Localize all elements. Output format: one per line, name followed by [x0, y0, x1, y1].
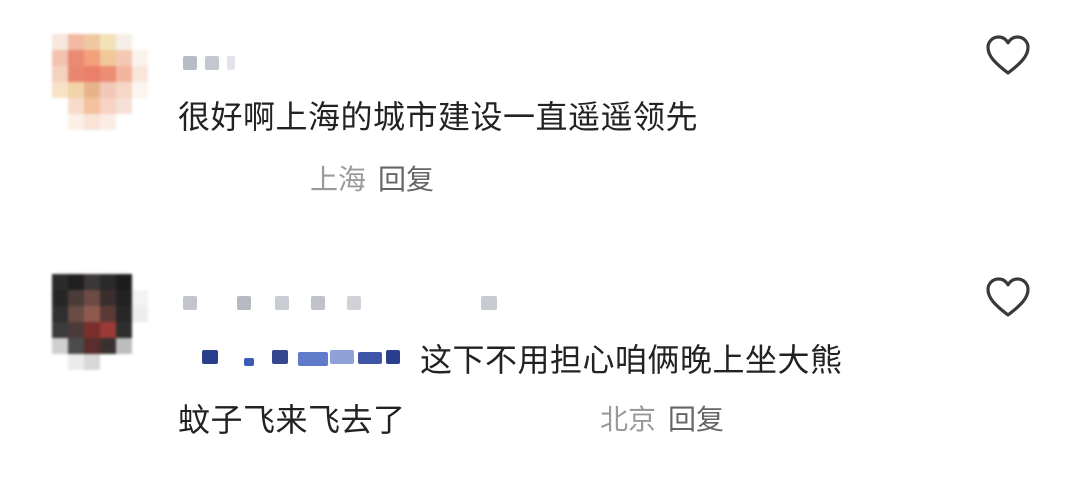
location-label: 北京 — [600, 403, 657, 436]
username-blurred[interactable] — [183, 56, 243, 70]
comment-meta: 北京 回复 — [600, 398, 724, 438]
reply-button[interactable]: 回复 — [378, 163, 434, 196]
comment-text-line1: 这下不用担心咱俩晚上坐大熊 — [420, 341, 843, 379]
username-blurred[interactable] — [183, 296, 503, 310]
comment-item: 这下不用担心咱俩晚上坐大熊 蚊子飞来飞去了 北京 回复 — [0, 240, 1080, 477]
comment-text: 很好啊上海的城市建设一直遥遥领先 — [178, 98, 699, 136]
heart-icon[interactable] — [985, 276, 1031, 318]
reply-button[interactable]: 回复 — [668, 403, 724, 436]
avatar[interactable] — [52, 34, 148, 130]
comment-item: 很好啊上海的城市建设一直遥遥领先 上海 回复 — [0, 0, 1080, 230]
mention-blurred[interactable] — [188, 348, 410, 368]
avatar[interactable] — [52, 274, 148, 370]
comment-meta: 上海 回复 — [310, 158, 434, 198]
location-label: 上海 — [310, 163, 367, 196]
heart-icon[interactable] — [985, 34, 1031, 76]
comment-text-line2: 蚊子飞来飞去了 — [178, 401, 406, 439]
